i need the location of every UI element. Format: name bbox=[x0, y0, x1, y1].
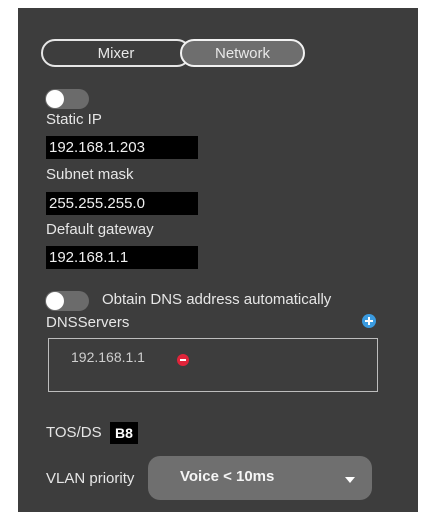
dns-auto-label: Obtain DNS address automatically bbox=[102, 291, 332, 308]
add-dns-server-button[interactable] bbox=[362, 314, 376, 328]
dns-servers-list[interactable]: 192.168.1.1 bbox=[48, 338, 378, 392]
vlan-priority-select[interactable]: Voice < 10ms bbox=[148, 456, 372, 500]
static-ip-toggle[interactable] bbox=[45, 89, 89, 109]
dns-server-entry[interactable]: 192.168.1.1 bbox=[71, 349, 145, 365]
dns-auto-toggle[interactable] bbox=[45, 291, 89, 311]
toggle-knob bbox=[46, 90, 64, 108]
default-gateway-label: Default gateway bbox=[46, 221, 154, 238]
default-gateway-field[interactable]: 192.168.1.1 bbox=[46, 246, 198, 269]
vlan-priority-value: Voice < 10ms bbox=[180, 468, 275, 485]
tab-network[interactable]: Network bbox=[180, 39, 305, 67]
static-ip-label: Static IP bbox=[46, 111, 102, 128]
tab-mixer-label: Mixer bbox=[97, 44, 135, 62]
network-settings-panel: Mixer Network Static IP 192.168.1.203 Su… bbox=[18, 8, 418, 512]
toggle-knob bbox=[46, 292, 64, 310]
static-ip-field[interactable]: 192.168.1.203 bbox=[46, 136, 198, 159]
subnet-mask-label: Subnet mask bbox=[46, 166, 134, 183]
chevron-down-icon bbox=[345, 477, 355, 483]
tos-ds-field[interactable]: B8 bbox=[110, 422, 138, 444]
tab-mixer[interactable]: Mixer bbox=[41, 39, 191, 67]
remove-dns-server-icon[interactable] bbox=[177, 354, 189, 366]
subnet-mask-field[interactable]: 255.255.255.0 bbox=[46, 192, 198, 215]
tos-ds-label: TOS/DS bbox=[46, 424, 102, 441]
left-margin bbox=[0, 0, 18, 512]
tab-network-label: Network bbox=[214, 44, 270, 62]
dns-servers-label: DNSServers bbox=[46, 314, 130, 331]
vlan-priority-label: VLAN priority bbox=[46, 470, 135, 487]
